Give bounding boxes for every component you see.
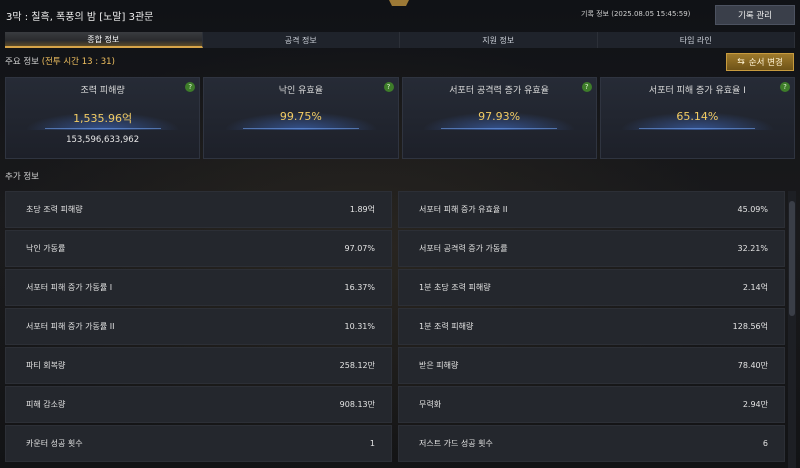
stat-cell: 서포터 피해 증가 가동률 I 16.37% — [5, 269, 392, 306]
stat-label: 1분 초당 조력 피해량 — [419, 283, 491, 292]
stat-value: 2.94만 — [742, 400, 768, 409]
stat-cell: 피해 감소량 908.13만 — [5, 386, 392, 423]
record-timestamp: 기록 정보 (2025.08.05 15:45:59) — [581, 10, 691, 18]
stat-value: 97.07% — [344, 244, 375, 253]
scrollbar[interactable] — [788, 191, 796, 468]
stat-cell: 1분 초당 조력 피해량 2.14억 — [398, 269, 785, 306]
card-divider — [639, 128, 756, 129]
card-value: 65.14% — [676, 110, 719, 123]
stat-label: 피해 감소량 — [26, 400, 66, 409]
stat-label: 받은 피해량 — [419, 361, 459, 370]
card-value: 97.93% — [478, 110, 521, 123]
stat-cell: 서포터 피해 증가 가동률 II 10.31% — [5, 308, 392, 345]
card-title: 조력 피해량 — [80, 86, 125, 96]
stat-value: 6 — [762, 439, 768, 448]
stat-cell: 낙인 가동률 97.07% — [5, 230, 392, 267]
main-info-header: 주요 정보 (전투 시간 13 : 31) — [5, 55, 115, 67]
card-assist-damage: 조력 피해량 ? 1,535.96억 153,596,633,962 — [5, 77, 201, 159]
table-row: 낙인 가동률 97.07% 서포터 공격력 증가 가동률 32.21% — [5, 230, 785, 267]
top-bar: 3막 : 칠흑, 폭풍의 밤 [노말] 3관문 기록 정보 (2025.08.0… — [0, 0, 800, 30]
table-row: 파티 회복량 258.12만 받은 피해량 78.40만 — [5, 347, 785, 384]
stat-value: 1 — [369, 439, 375, 448]
stat-value: 1.89억 — [349, 205, 375, 214]
stat-value: 10.31% — [344, 322, 375, 331]
stat-cell: 초당 조력 피해량 1.89억 — [5, 191, 392, 228]
help-icon[interactable]: ? — [383, 82, 394, 92]
order-change-button[interactable]: ⇆ 순서 변경 — [726, 53, 794, 71]
extra-info-table: 초당 조력 피해량 1.89억 서포터 피해 증가 유효율 II 45.09% 낙인… — [5, 191, 785, 464]
card-subvalue: 153,596,633,962 — [66, 135, 140, 145]
tab-attack[interactable]: 공격 정보 — [202, 32, 400, 48]
ornament-icon — [386, 0, 412, 8]
stat-label: 서포터 피해 증가 유효율 II — [419, 205, 508, 214]
battle-time: (전투 시간 13 : 31) — [41, 57, 115, 67]
stat-cell: 받은 피해량 78.40만 — [398, 347, 785, 384]
table-row: 서포터 피해 증가 가동률 I 16.37% 1분 초당 조력 피해량 2.14억 — [5, 269, 785, 306]
tab-timeline[interactable]: 타임 라인 — [597, 32, 795, 48]
tab-bar: 종합 정보 공격 정보 지원 정보 타임 라인 — [5, 32, 795, 48]
stat-value: 258.12만 — [339, 361, 375, 370]
stat-label: 저스트 가드 성공 횟수 — [419, 439, 493, 448]
table-row: 피해 감소량 908.13만 무력화 2.94만 — [5, 386, 785, 423]
order-change-label: 순서 변경 — [748, 58, 783, 68]
stat-label: 서포터 피해 증가 가동률 I — [26, 283, 113, 292]
card-value: 99.75% — [279, 110, 322, 123]
stat-cell: 저스트 가드 성공 횟수 6 — [398, 425, 785, 462]
card-title: 낙인 유효율 — [278, 86, 323, 96]
stat-value: 45.09% — [737, 205, 768, 214]
swap-arrows-icon: ⇆ — [737, 57, 745, 67]
card-divider — [242, 128, 359, 129]
stat-value: 32.21% — [737, 244, 768, 253]
stat-value: 2.14억 — [742, 283, 768, 292]
stat-cell: 무력화 2.94만 — [398, 386, 785, 423]
stat-value: 128.56억 — [732, 322, 768, 331]
stat-cell: 1분 조력 피해량 128.56억 — [398, 308, 785, 345]
stat-cell: 서포터 공격력 증가 가동률 32.21% — [398, 230, 785, 267]
stat-label: 카운터 성공 횟수 — [26, 439, 83, 448]
stat-label: 서포터 공격력 증가 가동률 — [419, 244, 508, 253]
card-divider — [441, 128, 558, 129]
stat-value: 908.13만 — [339, 400, 375, 409]
table-row: 카운터 성공 횟수 1 저스트 가드 성공 횟수 6 — [5, 425, 785, 462]
stat-label: 1분 조력 피해량 — [419, 322, 474, 331]
main-info-cards: 조력 피해량 ? 1,535.96억 153,596,633,962 낙인 유효… — [5, 77, 795, 159]
stat-label: 무력화 — [419, 400, 442, 409]
tab-support[interactable]: 지원 정보 — [400, 32, 598, 48]
card-value: 1,535.96억 — [73, 112, 133, 125]
card-divider — [44, 128, 161, 129]
help-icon[interactable]: ? — [780, 82, 790, 92]
card-brand-efficiency: 낙인 유효율 ? 99.75% — [203, 77, 399, 159]
stat-cell: 파티 회복량 258.12만 — [5, 347, 392, 384]
stat-label: 파티 회복량 — [26, 361, 66, 370]
tab-overview[interactable]: 종합 정보 — [5, 32, 203, 48]
record-manage-button[interactable]: 기록 관리 — [715, 5, 795, 25]
stat-label: 초당 조력 피해량 — [26, 205, 83, 214]
help-icon[interactable]: ? — [581, 82, 592, 92]
card-title: 서포터 피해 증가 유효율 I — [648, 86, 746, 96]
main-info-label: 주요 정보 — [5, 57, 39, 67]
stat-label: 낙인 가동률 — [26, 244, 66, 253]
card-support-atk-efficiency: 서포터 공격력 증가 유효율 ? 97.93% — [401, 77, 597, 159]
extra-info-header: 추가 정보 — [5, 172, 39, 182]
stat-cell: 카운터 성공 횟수 1 — [5, 425, 392, 462]
scrollbar-thumb[interactable] — [789, 201, 795, 316]
card-support-dmg-efficiency-1: 서포터 피해 증가 유효율 I ? 65.14% — [599, 77, 795, 159]
stat-label: 서포터 피해 증가 가동률 II — [26, 322, 115, 331]
stat-value: 16.37% — [344, 283, 375, 292]
table-row: 초당 조력 피해량 1.89억 서포터 피해 증가 유효율 II 45.09% — [5, 191, 785, 228]
table-row: 서포터 피해 증가 가동률 II 10.31% 1분 조력 피해량 128.56억 — [5, 308, 785, 345]
page-title: 3막 : 칠흑, 폭풍의 밤 [노말] 3관문 — [6, 12, 154, 23]
stat-value: 78.40만 — [737, 361, 768, 370]
card-title: 서포터 공격력 증가 유효율 — [449, 86, 549, 96]
stat-cell: 서포터 피해 증가 유효율 II 45.09% — [398, 191, 785, 228]
